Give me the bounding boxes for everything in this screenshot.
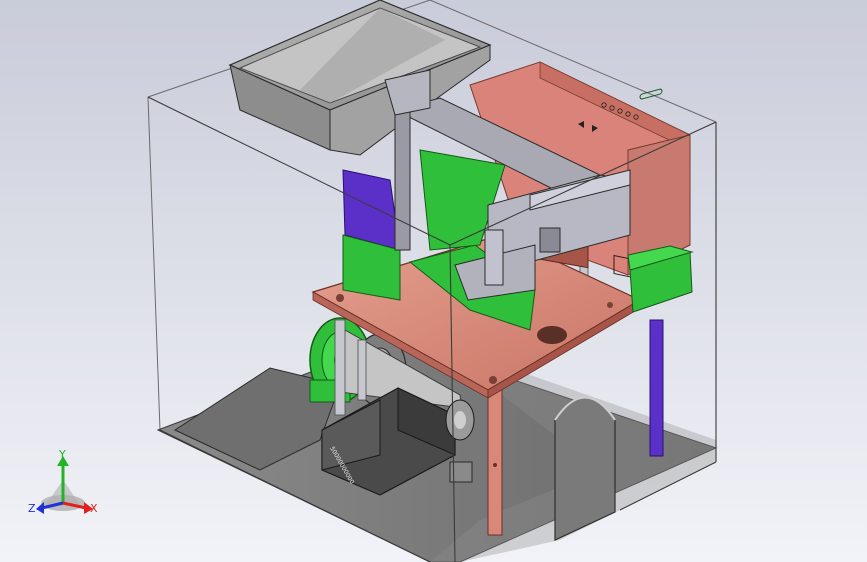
color-column — [342, 169, 401, 301]
y-axis-label: Y — [58, 448, 66, 461]
plate-hole-center — [537, 326, 567, 344]
x-axis-label: X — [90, 502, 98, 515]
assembly-scene[interactable]: 50000000000 Y X Z — [0, 0, 867, 562]
plate-hole-right — [607, 302, 613, 308]
plate-hole-left — [336, 294, 344, 302]
cad-viewport[interactable]: 50000000000 Y X Z — [0, 0, 867, 562]
plate-hole-front — [489, 376, 497, 384]
pink-legs — [487, 389, 503, 536]
z-axis-label: Z — [28, 502, 36, 515]
